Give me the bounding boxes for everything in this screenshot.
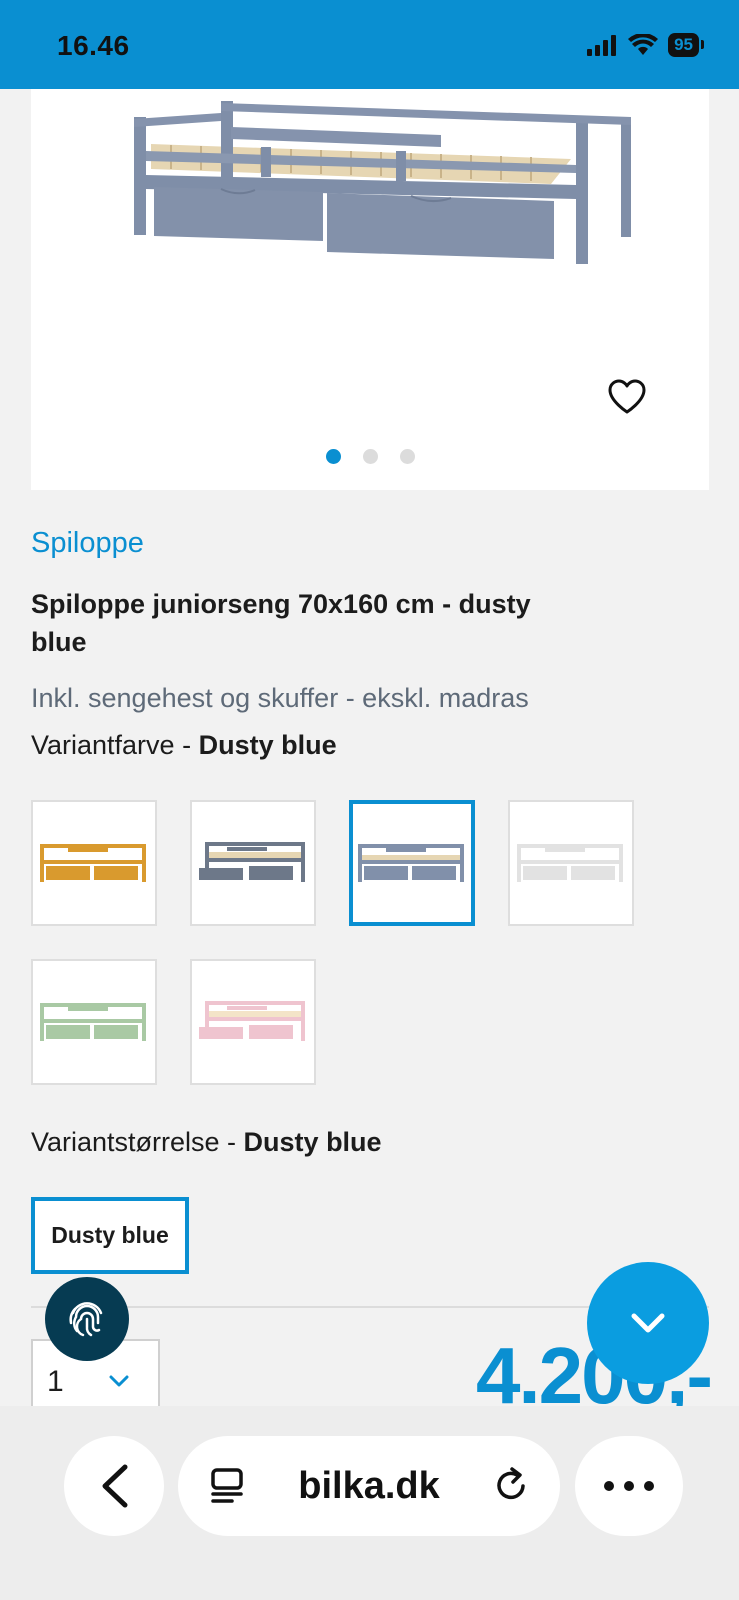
status-icons: 95	[586, 33, 704, 57]
chevron-down-icon	[109, 1375, 129, 1387]
battery-icon: 95	[668, 33, 704, 57]
bed-thumbnail	[40, 1003, 146, 1041]
color-swatch-dusty-blue[interactable]	[349, 800, 475, 926]
address-bar[interactable]: bilka.dk	[178, 1436, 560, 1536]
bed-thumbnail	[517, 844, 623, 882]
quantity-value: 1	[47, 1365, 64, 1398]
fingerprint-icon	[69, 1302, 103, 1337]
status-bar: 16.46 95	[0, 0, 739, 89]
chevron-left-icon	[102, 1464, 128, 1508]
reader-icon[interactable]	[208, 1466, 248, 1506]
variant-color-prefix: Variantfarve -	[31, 730, 199, 760]
scroll-down-button[interactable]	[587, 1262, 709, 1384]
more-options-button[interactable]	[575, 1436, 683, 1536]
brand-link[interactable]: Spiloppe	[31, 527, 144, 560]
reload-icon[interactable]	[490, 1465, 532, 1507]
bed-thumbnail	[358, 844, 464, 882]
gallery-dot-2[interactable]	[362, 449, 378, 464]
gallery-dot-1[interactable]	[325, 449, 341, 464]
product-subtitle: Inkl. sengehest og skuffer - ekskl. madr…	[31, 683, 529, 713]
variant-size-value: Dusty blue	[243, 1127, 382, 1157]
status-time: 16.46	[57, 30, 130, 61]
favorite-heart-icon[interactable]	[607, 379, 647, 415]
bed-thumbnail	[199, 1001, 305, 1041]
color-swatch-grey[interactable]	[190, 800, 316, 926]
bed-thumbnail	[199, 842, 305, 882]
variant-color-label: Variantfarve - Dusty blue	[31, 730, 337, 761]
signal-icon	[587, 35, 617, 56]
bed-thumbnail	[40, 844, 146, 882]
browser-toolbar: bilka.dk	[0, 1406, 739, 1600]
variant-color-value: Dusty blue	[198, 730, 337, 760]
fingerprint-button[interactable]	[45, 1277, 129, 1361]
color-swatch-pink[interactable]	[190, 959, 316, 1085]
chevron-down-icon	[631, 1313, 665, 1333]
wifi-icon	[628, 34, 659, 55]
color-swatch-white[interactable]	[508, 800, 634, 926]
url-text: bilka.dk	[298, 1464, 440, 1507]
variant-size-label: Variantstørrelse - Dusty blue	[31, 1127, 382, 1158]
back-button[interactable]	[64, 1436, 164, 1536]
product-title: Spiloppe juniorseng 70x160 cm - dusty bl…	[31, 589, 531, 657]
variant-size-prefix: Variantstørrelse -	[31, 1127, 244, 1157]
gallery-dot-3[interactable]	[399, 449, 415, 464]
product-image-gallery[interactable]	[31, 89, 709, 490]
product-image	[134, 101, 631, 264]
color-swatch-green[interactable]	[31, 959, 157, 1085]
gallery-pagination	[31, 449, 709, 464]
ellipsis-icon	[604, 1481, 654, 1491]
size-option-button[interactable]: Dusty blue	[31, 1197, 189, 1274]
color-swatch-yellow[interactable]	[31, 800, 157, 926]
